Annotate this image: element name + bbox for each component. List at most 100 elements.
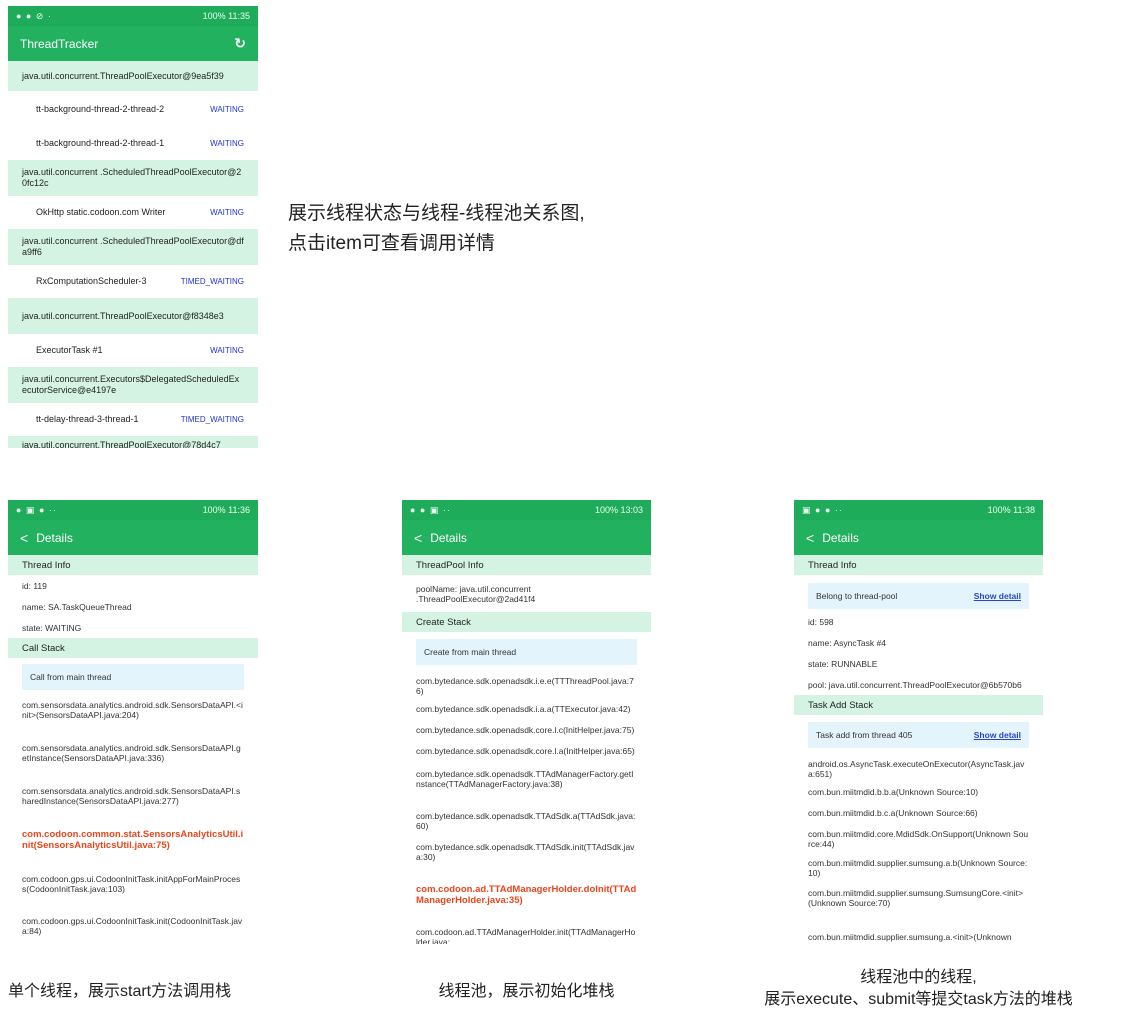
stack-frame: com.sensorsdata.analytics.android.sdk.Se… — [22, 700, 243, 720]
thread-name: ExecutorTask #1 — [36, 345, 103, 355]
stack-frame: com.codoon.ad.TTAdManagerHolder.doInit(T… — [416, 884, 637, 906]
stack-frame: com.sensorsdata.analytics.android.sdk.Se… — [22, 786, 241, 806]
description: 展示线程状态与线程-线程池关系图, 点击item可查看调用详情 — [288, 199, 585, 259]
thread-state: WAITING — [210, 139, 244, 148]
thread-pool-group-row[interactable]: java.util.concurrent.Executors$Delegated… — [8, 367, 258, 403]
stack-frame: com.codoon.ad.TTAdManagerHolder.init(TTA… — [416, 927, 636, 944]
thread-pool: pool: java.util.concurrent.ThreadPoolExe… — [808, 679, 1022, 690]
stack-frame: com.codoon.gps.ui.CodoonInitTask.initApp… — [22, 874, 241, 894]
pool-name: java.util.concurrent .ScheduledThreadPoo… — [22, 236, 244, 257]
app-title: Details — [430, 530, 467, 545]
thread-details-screen: ● ▣ ● ·· 100% 11:36 < Details Thread Inf… — [8, 500, 258, 944]
back-arrow-icon[interactable]: < — [414, 530, 422, 546]
thread-name: RxComputationScheduler-3 — [36, 276, 147, 286]
thread-row[interactable]: tt-background-thread-2-thread-2 WAITING — [8, 91, 258, 127]
status-bar: ● ▣ ● ·· 100% 11:36 — [8, 500, 258, 520]
caption-line-2: 展示execute、submit等提交task方法的堆栈 — [764, 991, 1073, 1008]
pool-thread-details-screen: ▣ ● ● ·· 100% 11:38 < Details Thread Inf… — [794, 500, 1043, 944]
pool-name: java.util.concurrent.ThreadPoolExecutor@… — [22, 310, 224, 321]
thread-name: tt-background-thread-2-thread-1 — [36, 138, 165, 148]
thread-state: TIMED_WAITING — [180, 415, 244, 424]
thread-state: WAITING — [210, 346, 244, 355]
status-time: 100% 11:35 — [202, 11, 250, 21]
thread-name: name: SA.TaskQueueThread — [22, 601, 132, 612]
callout-text: Belong to thread-pool — [816, 591, 898, 601]
thread-pool-group-row[interactable]: java.util.concurrent.ThreadPoolExecutor@… — [8, 436, 258, 448]
stack-frame: com.bytedance.sdk.openadsdk.core.l.a(Ini… — [416, 746, 635, 756]
thread-name: tt-background-thread-2-thread-2 — [36, 103, 165, 114]
app-bar: ThreadTracker ↻ — [8, 26, 258, 61]
status-time: 100% 11:38 — [987, 505, 1035, 515]
thread-pool-callout: Belong to thread-pool Show detail — [808, 583, 1029, 609]
app-title: Details — [822, 530, 859, 545]
thread-row[interactable]: tt-background-thread-2-thread-1 WAITING — [8, 127, 258, 160]
thread-name: tt-delay-thread-3-thread-1 — [36, 414, 139, 424]
thread-row[interactable]: tt-delay-thread-3-thread-1 TIMED_WAITING — [8, 403, 258, 436]
threadpool-details-screen: ● ● ▣ ·· 100% 13:03 < Details ThreadPool… — [402, 500, 651, 944]
notification-icons: ● ▣ ● ·· — [16, 504, 57, 515]
caption-line-1: 线程池中的线程, — [860, 969, 977, 986]
app-bar: < Details — [402, 520, 651, 555]
app-bar: < Details — [794, 520, 1043, 555]
thread-state: WAITING — [210, 208, 244, 217]
caption-thread: 单个线程，展示start方法调用栈 — [8, 983, 232, 1000]
show-detail-link[interactable]: Show detail — [974, 730, 1021, 740]
stack-frame: com.bytedance.sdk.openadsdk.TTAdSdk.a(TT… — [416, 811, 636, 831]
thread-pool-group-row[interactable]: java.util.concurrent .ScheduledThreadPoo… — [8, 160, 258, 196]
stack-frame: com.codoon.common.stat.SensorsAnalyticsU… — [22, 829, 244, 851]
caption-pool-thread: 线程池中的线程, 展示execute、submit等提交task方法的堆栈 — [700, 967, 1137, 1011]
call-stack-list: com.sensorsdata.analytics.android.sdk.Se… — [8, 696, 258, 944]
stack-frame: com.bun.miitmdid.b.c.a(Unknown Source:66… — [808, 808, 978, 818]
show-detail-link[interactable]: Show detail — [974, 591, 1021, 601]
stack-frame: com.bytedance.sdk.openadsdk.i.a.a(TTExec… — [416, 704, 631, 714]
notification-icons: ● ● ⊘ · — [16, 10, 52, 21]
section-threadpool-info: ThreadPool Info — [402, 555, 651, 575]
thread-row[interactable]: OkHttp static.codoon.com Writer WAITING — [8, 196, 258, 229]
status-time: 100% 11:36 — [202, 505, 250, 515]
thread-list: java.util.concurrent.ThreadPoolExecutor@… — [8, 61, 258, 448]
stack-frame: com.bun.miitmdid.supplier.sumsung.Sumsun… — [808, 888, 1023, 908]
app-title: ThreadTracker — [20, 36, 99, 51]
thread-state: WAITING — [210, 104, 244, 114]
pool-name: java.util.concurrent.ThreadPoolExecutor@… — [22, 70, 224, 81]
thread-state: state: RUNNABLE — [808, 658, 878, 669]
stack-frame: com.codoon.gps.ui.CodoonInitTask.init(Co… — [22, 916, 243, 936]
status-bar: ● ● ▣ ·· 100% 13:03 — [402, 500, 651, 520]
task-add-stack-list: android.os.AsyncTask.executeOnExecutor(A… — [794, 755, 1043, 944]
thread-pool-group-row[interactable]: java.util.concurrent.ThreadPoolExecutor@… — [8, 61, 258, 91]
notification-icons: ● ● ▣ ·· — [410, 504, 451, 515]
section-thread-info: Thread Info — [8, 555, 258, 575]
thread-pool-group-row[interactable]: java.util.concurrent.ThreadPoolExecutor@… — [8, 298, 258, 334]
thread-id: id: 119 — [22, 580, 47, 591]
section-thread-info: Thread Info — [794, 555, 1043, 575]
refresh-icon[interactable]: ↻ — [234, 35, 246, 52]
stack-frame: com.bun.miitmdid.supplier.sumsung.a.b(Un… — [808, 858, 1028, 878]
stack-frame: com.sensorsdata.analytics.android.sdk.Se… — [22, 743, 241, 763]
section-task-add-stack: Task Add Stack — [794, 695, 1043, 715]
stack-frame: com.bun.miitmdid.supplier.sumsung.a.<ini… — [808, 932, 1012, 942]
status-bar: ● ● ⊘ · 100% 11:35 — [8, 6, 258, 26]
thread-name: OkHttp static.codoon.com Writer — [36, 207, 166, 217]
thread-row[interactable]: ExecutorTask #1 WAITING — [8, 334, 258, 367]
create-origin-callout: Create from main thread — [416, 639, 637, 665]
back-arrow-icon[interactable]: < — [20, 530, 28, 546]
thread-tracker-screen: ● ● ⊘ · 100% 11:35 ThreadTracker ↻ java.… — [8, 6, 258, 448]
back-arrow-icon[interactable]: < — [806, 530, 814, 546]
callout-text: Create from main thread — [424, 647, 517, 657]
thread-pool-group-row[interactable]: java.util.concurrent .ScheduledThreadPoo… — [8, 229, 258, 265]
pool-name: java.util.concurrent .ScheduledThreadPoo… — [22, 167, 242, 188]
create-stack-list: com.bytedance.sdk.openadsdk.i.e.e(TTThre… — [402, 672, 651, 944]
caption-pool: 线程池，展示初始化堆栈 — [438, 983, 615, 1000]
thread-row[interactable]: RxComputationScheduler-3 TIMED_WAITING — [8, 265, 258, 298]
section-create-stack: Create Stack — [402, 612, 651, 632]
callout-text: Task add from thread 405 — [816, 730, 913, 740]
description-line-2: 点击item可查看调用详情 — [288, 233, 495, 254]
thread-id: id: 598 — [808, 616, 834, 627]
pool-name: java.util.concurrent.Executors$Delegated… — [22, 374, 240, 395]
thread-state: state: WAITING — [22, 622, 82, 633]
status-time: 100% 13:03 — [594, 505, 643, 515]
stack-frame: com.bytedance.sdk.openadsdk.TTAdSdk.init… — [416, 842, 635, 862]
stack-frame: com.bytedance.sdk.openadsdk.i.e.e(TTThre… — [416, 676, 634, 696]
stack-frame: com.bun.miitmdid.b.b.a(Unknown Source:10… — [808, 787, 979, 797]
section-call-stack: Call Stack — [8, 638, 258, 658]
